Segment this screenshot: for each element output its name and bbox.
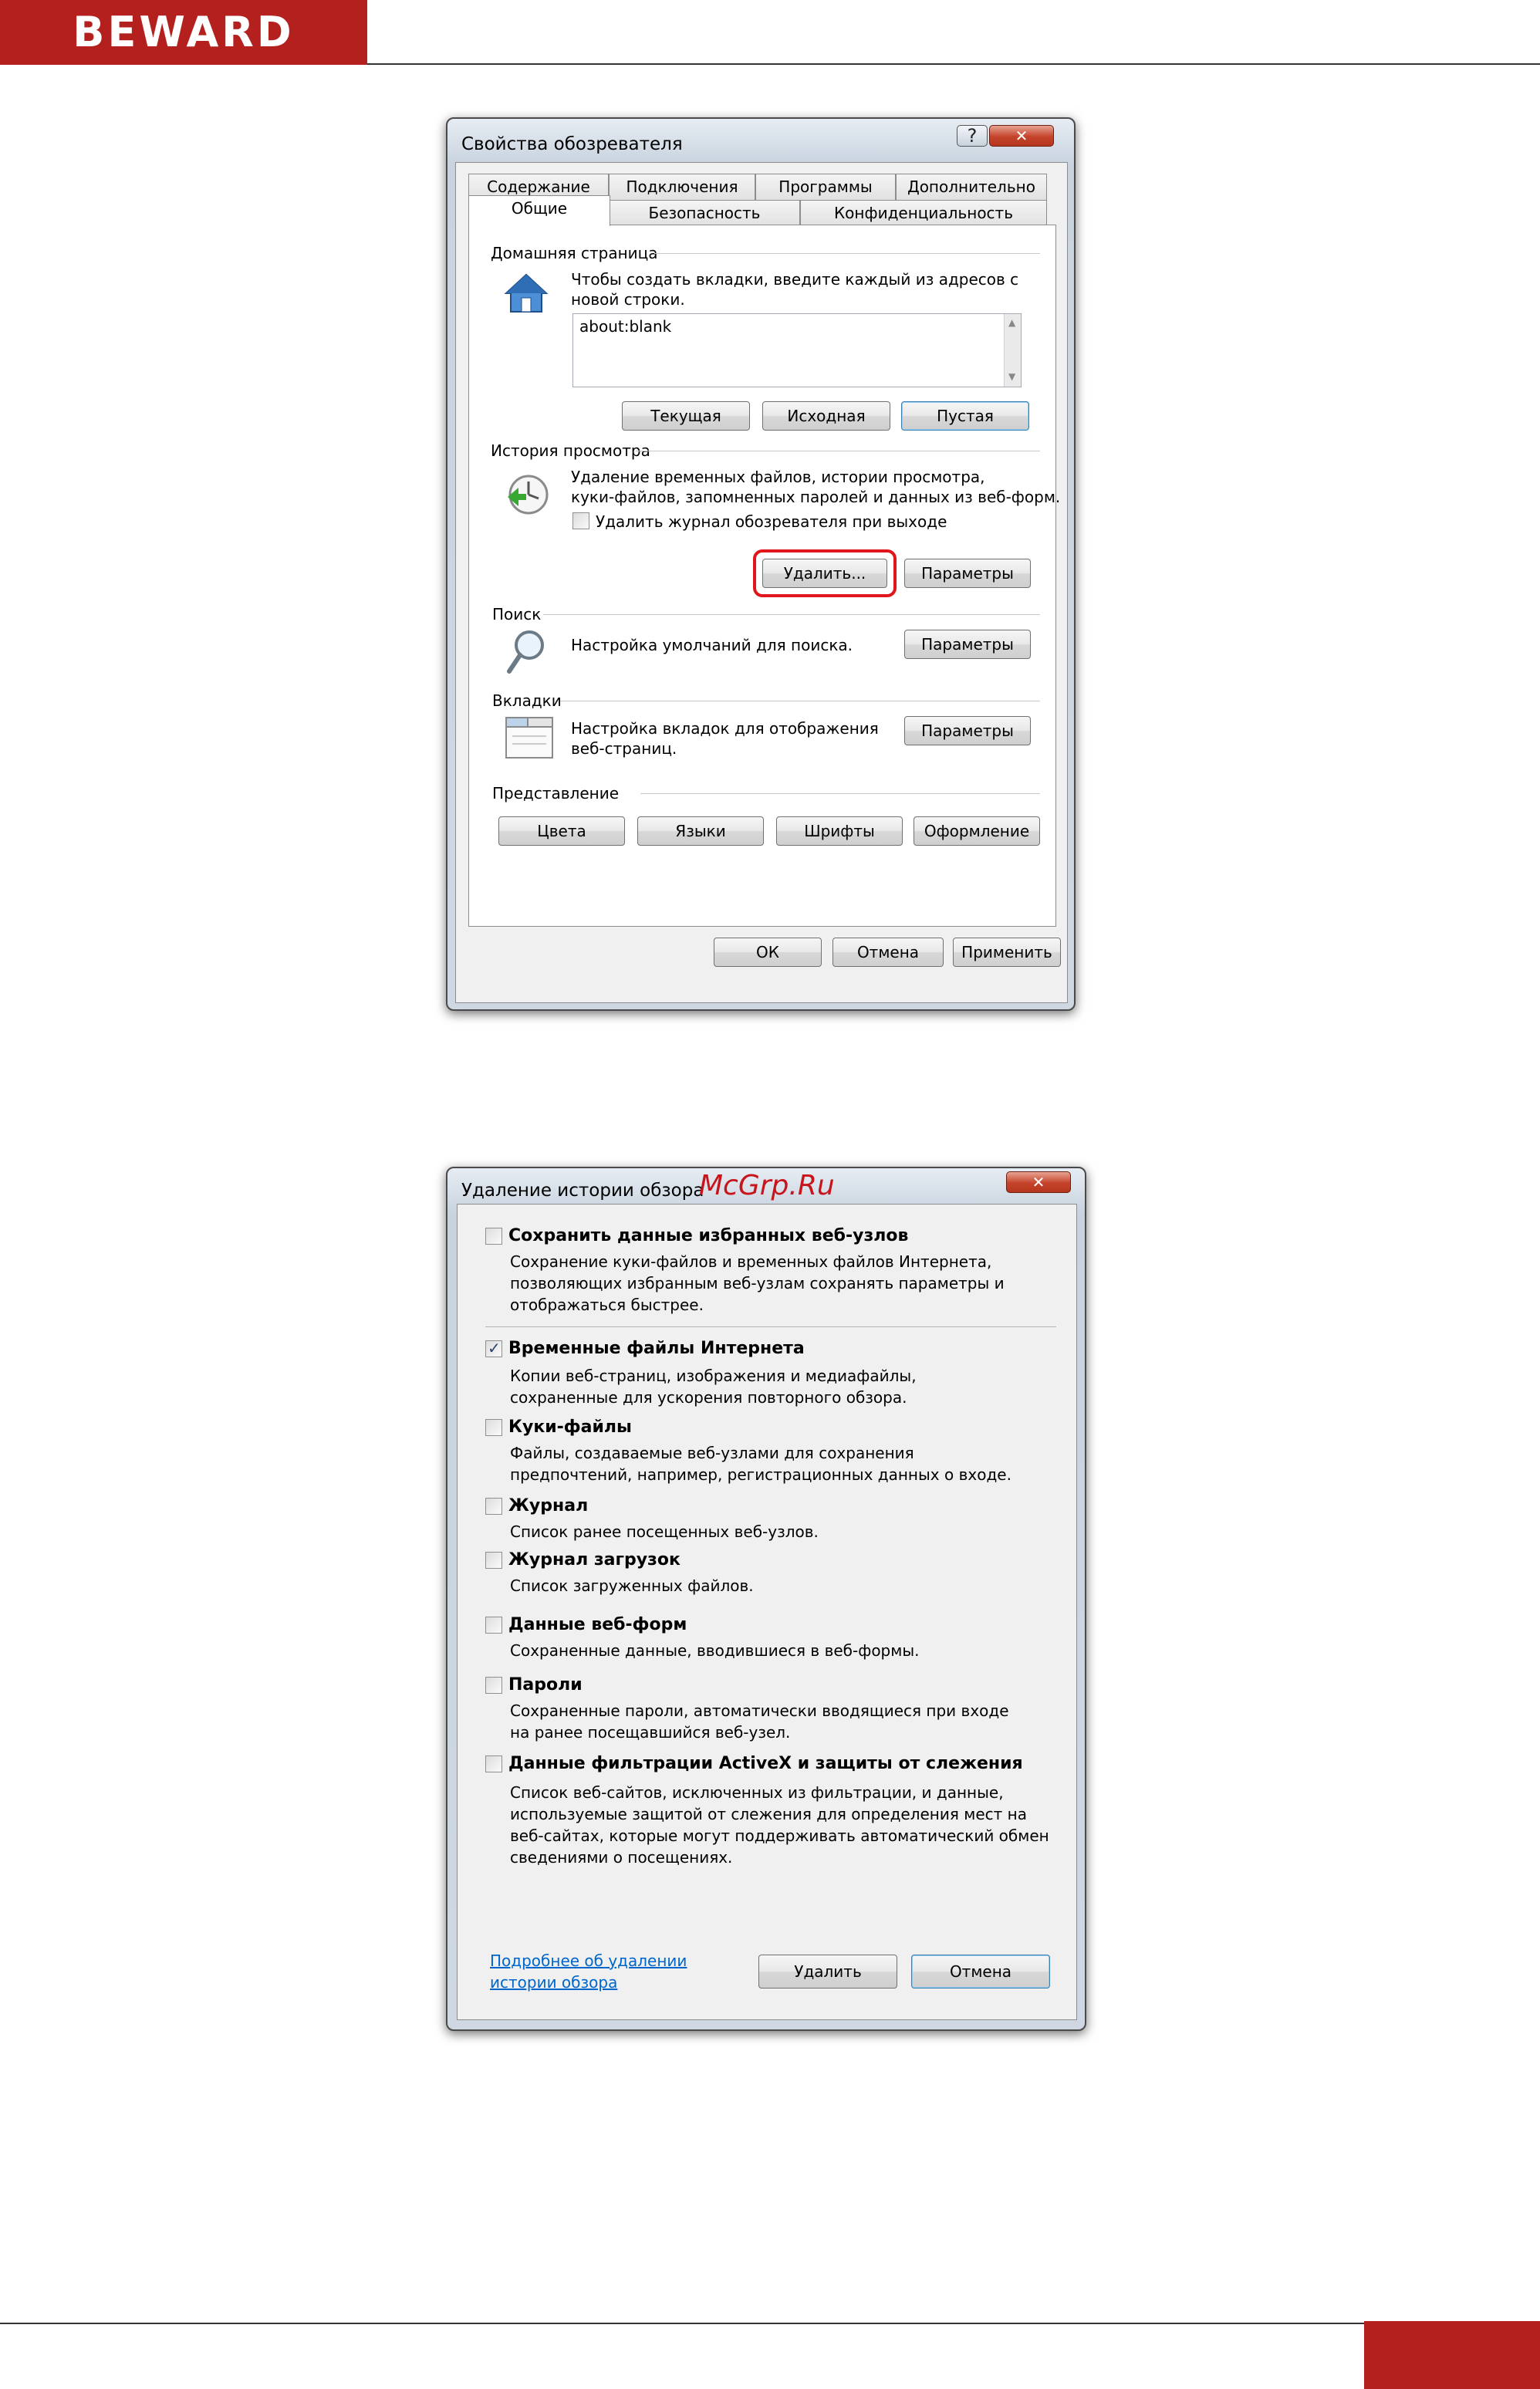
form-data-label: Данные веб-форм: [508, 1615, 687, 1634]
delete-history-on-exit-label: Удалить журнал обозревателя при выходе: [596, 512, 947, 531]
cancel-button[interactable]: Отмена: [911, 1955, 1050, 1989]
activex-tracking-desc-1: Список веб-сайтов, исключенных из фильтр…: [510, 1783, 1004, 1802]
cookies-desc-2: предпочтений, например, регистрационных …: [510, 1465, 1011, 1484]
section-divider: [485, 1326, 1056, 1327]
preserve-favorites-desc-2: позволяющих избранным веб-узлам сохранят…: [510, 1274, 1005, 1292]
watermark-text: McGrp.Ru: [699, 1170, 835, 1201]
delete-button[interactable]: Удалить: [758, 1955, 897, 1989]
cookies-desc-1: Файлы, создаваемые веб-узлами для сохран…: [510, 1444, 914, 1462]
delete-dialog-body: Сохранить данные избранных веб-узлов Сох…: [457, 1204, 1077, 2020]
delete-dialog-title: Удаление истории обзора: [461, 1181, 704, 1201]
general-tab-panel: Домашняя страница Чтобы создать вкладки,…: [468, 225, 1060, 927]
use-current-button[interactable]: Текущая: [622, 401, 750, 431]
download-history-label: Журнал загрузок: [508, 1550, 681, 1570]
appearance-group-label: Представление: [492, 784, 620, 803]
dialog-body: Содержание Подключения Программы Дополни…: [455, 162, 1068, 1003]
tab-advanced[interactable]: Дополнительно: [896, 174, 1047, 200]
preserve-favorites-desc-3: отображаться быстрее.: [510, 1296, 704, 1314]
tabs-settings-button[interactable]: Параметры: [904, 716, 1031, 745]
home-page-hint-line1: Чтобы создать вкладки, введите каждый из…: [571, 270, 1019, 289]
scroll-down-icon[interactable]: ▼: [1008, 371, 1015, 382]
home-page-hint-line2: новой строки.: [571, 290, 685, 309]
tab-privacy[interactable]: Конфиденциальность: [800, 200, 1047, 226]
history-settings-button[interactable]: Параметры: [904, 559, 1031, 588]
history-label: Журнал: [508, 1496, 589, 1516]
delete-history-dialog: Удаление истории обзора McGrp.Ru ✕ Сохра…: [446, 1167, 1086, 2031]
header-divider: [367, 63, 1540, 65]
beward-logo: BEWARD: [0, 0, 367, 65]
download-history-checkbox[interactable]: [485, 1552, 502, 1569]
activex-tracking-desc-2: используемые защитой от слежения для опр…: [510, 1805, 1027, 1823]
learn-more-link-line2[interactable]: истории обзора: [490, 1972, 617, 1993]
home-page-group-label: Домашняя страница: [491, 244, 658, 262]
history-text-line1: Удаление временных файлов, истории просм…: [571, 468, 985, 486]
history-group-label: История просмотра: [491, 441, 650, 460]
help-button[interactable]: ?: [957, 125, 988, 147]
delete-history-button[interactable]: Удалить...: [762, 559, 887, 588]
scroll-up-icon[interactable]: ▲: [1008, 317, 1015, 328]
appearance-divider: [640, 793, 1040, 794]
temp-internet-files-label: Временные файлы Интернета: [508, 1339, 805, 1358]
home-page-address-value: about:blank: [579, 317, 672, 336]
activex-tracking-label: Данные фильтрации ActiveX и защиты от сл…: [508, 1754, 1023, 1773]
activex-tracking-desc-3: веб-сайтах, которые могут поддерживать а…: [510, 1826, 1049, 1845]
fonts-button[interactable]: Шрифты: [776, 816, 903, 846]
activex-tracking-desc-4: сведениями о посещениях.: [510, 1848, 733, 1867]
passwords-label: Пароли: [508, 1675, 583, 1695]
footer-divider: [0, 2323, 1366, 2324]
home-page-divider: [654, 253, 1040, 254]
home-page-address-field[interactable]: about:blank ▲ ▼: [572, 313, 1022, 387]
cookies-label: Куки-файлы: [508, 1418, 632, 1437]
history-icon: [508, 475, 549, 515]
footer-page-box: [1364, 2321, 1540, 2389]
preserve-favorites-label: Сохранить данные избранных веб-узлов: [508, 1226, 909, 1245]
preserve-favorites-desc-1: Сохранение куки-файлов и временных файло…: [510, 1252, 992, 1271]
internet-options-dialog: Свойства обозревателя ? ✕ Содержание Под…: [446, 117, 1076, 1011]
search-icon: [507, 630, 544, 674]
tabs-text-line2: веб-страниц.: [571, 739, 677, 758]
delete-history-on-exit-checkbox[interactable]: [572, 512, 589, 529]
use-default-button[interactable]: Исходная: [762, 401, 890, 431]
colors-button[interactable]: Цвета: [498, 816, 625, 846]
temp-internet-files-desc-2: сохраненные для ускорения повторного обз…: [510, 1388, 907, 1407]
tabs-group-label: Вкладки: [492, 691, 562, 710]
passwords-checkbox[interactable]: [485, 1677, 502, 1694]
learn-more-link-line1[interactable]: Подробнее об удалении: [490, 1950, 687, 1972]
tab-general[interactable]: Общие: [468, 195, 610, 226]
tabs-text-line1: Настройка вкладок для отображения: [571, 719, 879, 738]
home-icon: [504, 273, 549, 313]
passwords-desc-1: Сохраненные пароли, автоматически вводящ…: [510, 1701, 1009, 1720]
activex-tracking-checkbox[interactable]: [485, 1755, 502, 1772]
download-history-desc-1: Список загруженных файлов.: [510, 1576, 754, 1595]
tab-connections[interactable]: Подключения: [609, 174, 755, 200]
tabs-icon: [505, 717, 553, 759]
logo-text: BEWARD: [73, 8, 295, 56]
search-text: Настройка умолчаний для поиска.: [571, 636, 853, 654]
tab-programs[interactable]: Программы: [755, 174, 896, 200]
preserve-favorites-checkbox[interactable]: [485, 1228, 502, 1245]
history-text-line2: куки-файлов, запомненных паролей и данны…: [571, 488, 1061, 506]
passwords-desc-2: на ранее посещавшийся веб-узел.: [510, 1723, 791, 1742]
home-page-address-scrollbar[interactable]: ▲ ▼: [1004, 314, 1021, 387]
search-settings-button[interactable]: Параметры: [904, 630, 1031, 659]
close-button[interactable]: ✕: [1006, 1171, 1071, 1193]
dialog-title: Свойства обозревателя: [461, 134, 683, 154]
history-checkbox[interactable]: [485, 1498, 502, 1515]
languages-button[interactable]: Языки: [637, 816, 764, 846]
ok-button[interactable]: ОК: [714, 938, 822, 967]
form-data-checkbox[interactable]: [485, 1617, 502, 1634]
cookies-checkbox[interactable]: [485, 1419, 502, 1436]
temp-internet-files-desc-1: Копии веб-страниц, изображения и медиафа…: [510, 1367, 917, 1385]
temp-internet-files-checkbox[interactable]: [485, 1339, 502, 1357]
close-button[interactable]: ✕: [989, 125, 1054, 147]
cancel-button[interactable]: Отмена: [832, 938, 944, 967]
apply-button[interactable]: Применить: [953, 938, 1061, 967]
history-desc-1: Список ранее посещенных веб-узлов.: [510, 1522, 819, 1541]
accessibility-button[interactable]: Оформление: [914, 816, 1040, 846]
search-group-label: Поиск: [492, 605, 542, 623]
search-divider: [543, 614, 1040, 615]
use-blank-button[interactable]: Пустая: [901, 401, 1029, 431]
tab-security[interactable]: Безопасность: [609, 200, 800, 226]
form-data-desc-1: Сохраненные данные, вводившиеся в веб-фо…: [510, 1641, 920, 1660]
